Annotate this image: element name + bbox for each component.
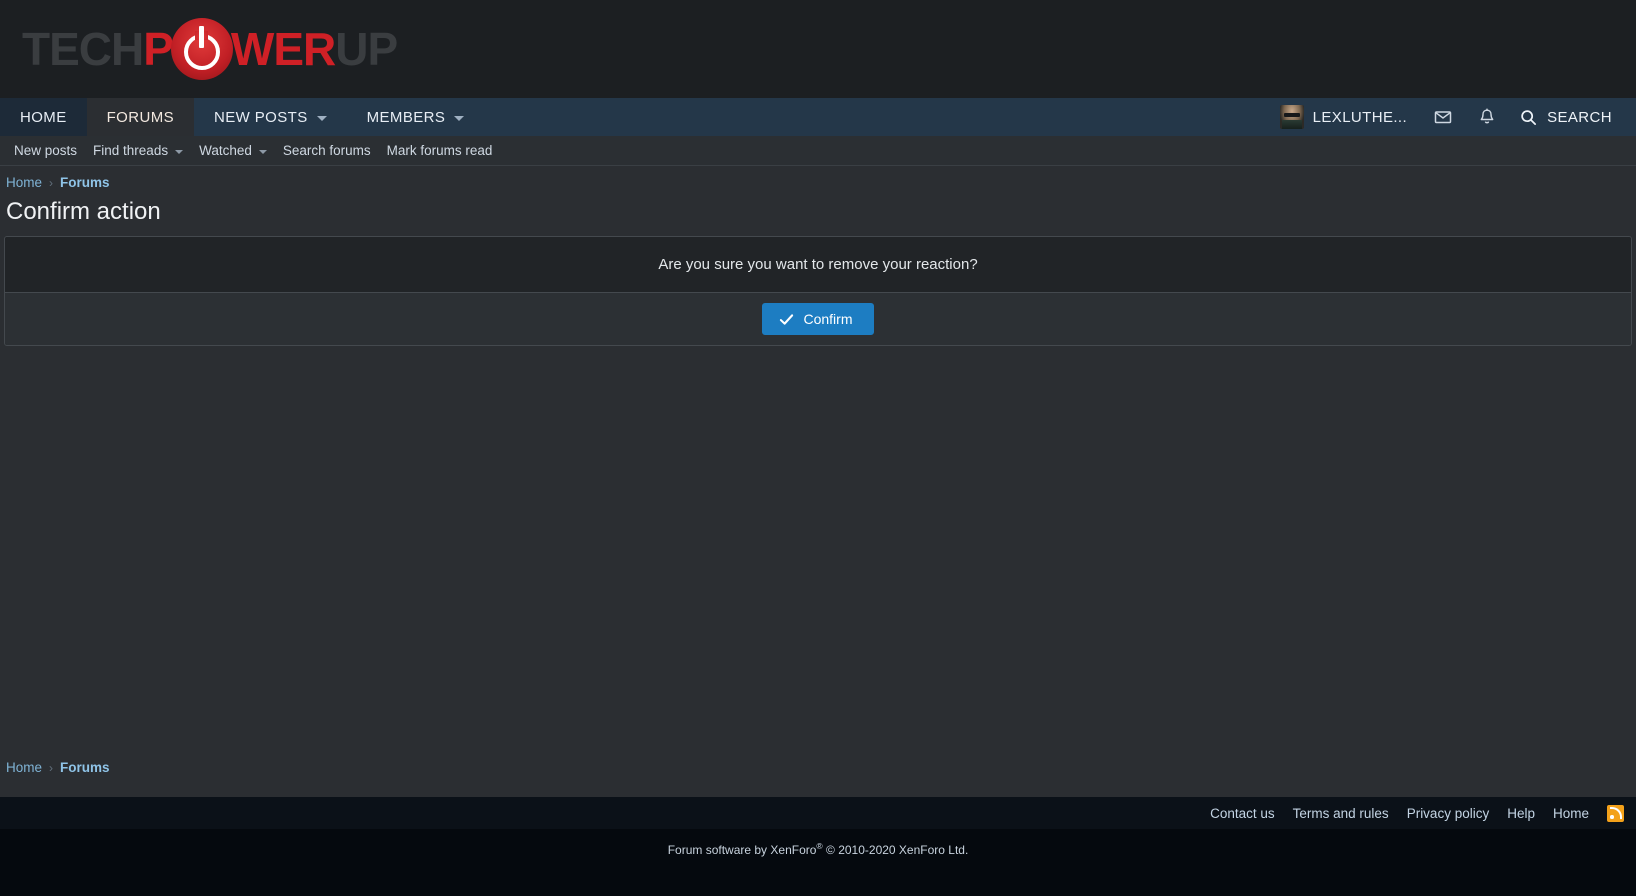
logo-text-wer: WER — [230, 23, 336, 75]
sub-nav-search-forums[interactable]: Search forums — [275, 143, 379, 158]
search-icon — [1521, 109, 1537, 125]
footer-link-help[interactable]: Help — [1507, 806, 1535, 821]
nav-tab-forums[interactable]: FORUMS — [86, 98, 195, 136]
nav-tab-new-posts-label: NEW POSTS — [214, 108, 308, 126]
footer-link-terms-and-rules[interactable]: Terms and rules — [1293, 806, 1389, 821]
power-button-icon — [170, 18, 233, 80]
sub-nav-search-forums-label: Search forums — [282, 143, 371, 158]
nav-tab-members-label: MEMBERS — [366, 108, 446, 126]
footer-link-home[interactable]: Home — [1553, 806, 1589, 821]
page-root: TECH P WER UP HOME FORUMS NEW POSTS MEMBERS — [0, 0, 1636, 896]
copyright-text: Forum software by XenForo® © 2010-2020 X… — [668, 841, 969, 857]
chevron-down-icon[interactable] — [175, 149, 184, 154]
confirm-button[interactable]: Confirm — [762, 303, 874, 335]
logo-text-tech: TECH — [22, 23, 144, 75]
nav-tab-new-posts[interactable]: NEW POSTS — [194, 98, 347, 136]
footer-link-privacy-policy[interactable]: Privacy policy — [1407, 806, 1490, 821]
sub-nav-new-posts-label: New posts — [14, 143, 78, 158]
nav-tab-home[interactable]: HOME — [0, 98, 87, 136]
copyright-registered-mark: ® — [816, 841, 823, 851]
footer-link-contact-us[interactable]: Contact us — [1210, 806, 1275, 821]
breadcrumb-bottom: Home › Forums — [0, 760, 110, 775]
chevron-down-icon[interactable] — [454, 115, 465, 121]
footer-links: Contact us Terms and rules Privacy polic… — [0, 797, 1636, 829]
main-nav-user-area: LEXLUTHE... SEARCH — [1266, 98, 1636, 136]
check-icon — [780, 313, 794, 325]
inbox-button[interactable] — [1421, 98, 1465, 136]
main-navigation: HOME FORUMS NEW POSTS MEMBERS LEXLUTHE..… — [0, 98, 1636, 136]
avatar — [1279, 105, 1304, 129]
nav-tab-forums-label: FORUMS — [106, 108, 175, 126]
breadcrumb-bottom-forums[interactable]: Forums — [60, 760, 110, 775]
chevron-down-icon[interactable] — [316, 115, 327, 121]
sub-nav-find-threads[interactable]: Find threads — [85, 143, 191, 158]
copyright-suffix: © 2010-2020 XenForo Ltd. — [826, 843, 969, 857]
copyright-prefix: Forum software by XenForo — [667, 843, 817, 857]
sub-nav-watched-label: Watched — [199, 143, 252, 158]
sub-nav-find-threads-label: Find threads — [93, 143, 169, 158]
envelope-icon — [1434, 111, 1452, 124]
confirm-message: Are you sure you want to remove your rea… — [658, 256, 978, 273]
page-title: Confirm action — [6, 198, 161, 225]
rss-icon[interactable] — [1607, 804, 1624, 822]
footer-copyright-bar: Forum software by XenForo® © 2010-2020 X… — [0, 829, 1636, 896]
chevron-down-icon[interactable] — [258, 149, 267, 154]
alerts-button[interactable] — [1465, 98, 1509, 136]
logo-text-p: P — [143, 23, 174, 75]
confirm-button-row: Confirm — [5, 292, 1631, 345]
breadcrumb-forums[interactable]: Forums — [60, 175, 110, 190]
sub-navigation: New posts Find threads Watched Search fo… — [0, 136, 1636, 166]
breadcrumb-bottom-separator: › — [49, 760, 54, 775]
bell-icon — [1480, 108, 1494, 124]
sub-nav-new-posts[interactable]: New posts — [6, 143, 85, 158]
site-header: TECH P WER UP — [0, 0, 1636, 98]
sub-nav-mark-forums-read[interactable]: Mark forums read — [379, 143, 501, 158]
site-logo[interactable]: TECH P WER UP — [22, 18, 398, 80]
confirm-action-block: Are you sure you want to remove your rea… — [4, 236, 1632, 346]
nav-tab-members[interactable]: MEMBERS — [347, 98, 485, 136]
confirm-button-label: Confirm — [803, 311, 853, 327]
logo-text-up: UP — [335, 23, 398, 75]
confirm-message-row: Are you sure you want to remove your rea… — [5, 237, 1631, 292]
breadcrumb-separator: › — [49, 175, 54, 190]
search-label: SEARCH — [1547, 108, 1612, 126]
search-button[interactable]: SEARCH — [1509, 98, 1626, 136]
sub-nav-mark-forums-read-label: Mark forums read — [386, 143, 493, 158]
breadcrumb-home[interactable]: Home — [6, 175, 42, 190]
main-nav-items: HOME FORUMS NEW POSTS MEMBERS — [0, 98, 484, 136]
nav-tab-home-label: HOME — [20, 108, 67, 126]
sub-nav-watched[interactable]: Watched — [191, 143, 275, 158]
breadcrumb-bottom-home[interactable]: Home — [6, 760, 42, 775]
breadcrumb: Home › Forums — [0, 166, 1636, 196]
user-menu-button[interactable]: LEXLUTHE... — [1266, 98, 1421, 136]
username-label: LEXLUTHE... — [1312, 108, 1408, 126]
